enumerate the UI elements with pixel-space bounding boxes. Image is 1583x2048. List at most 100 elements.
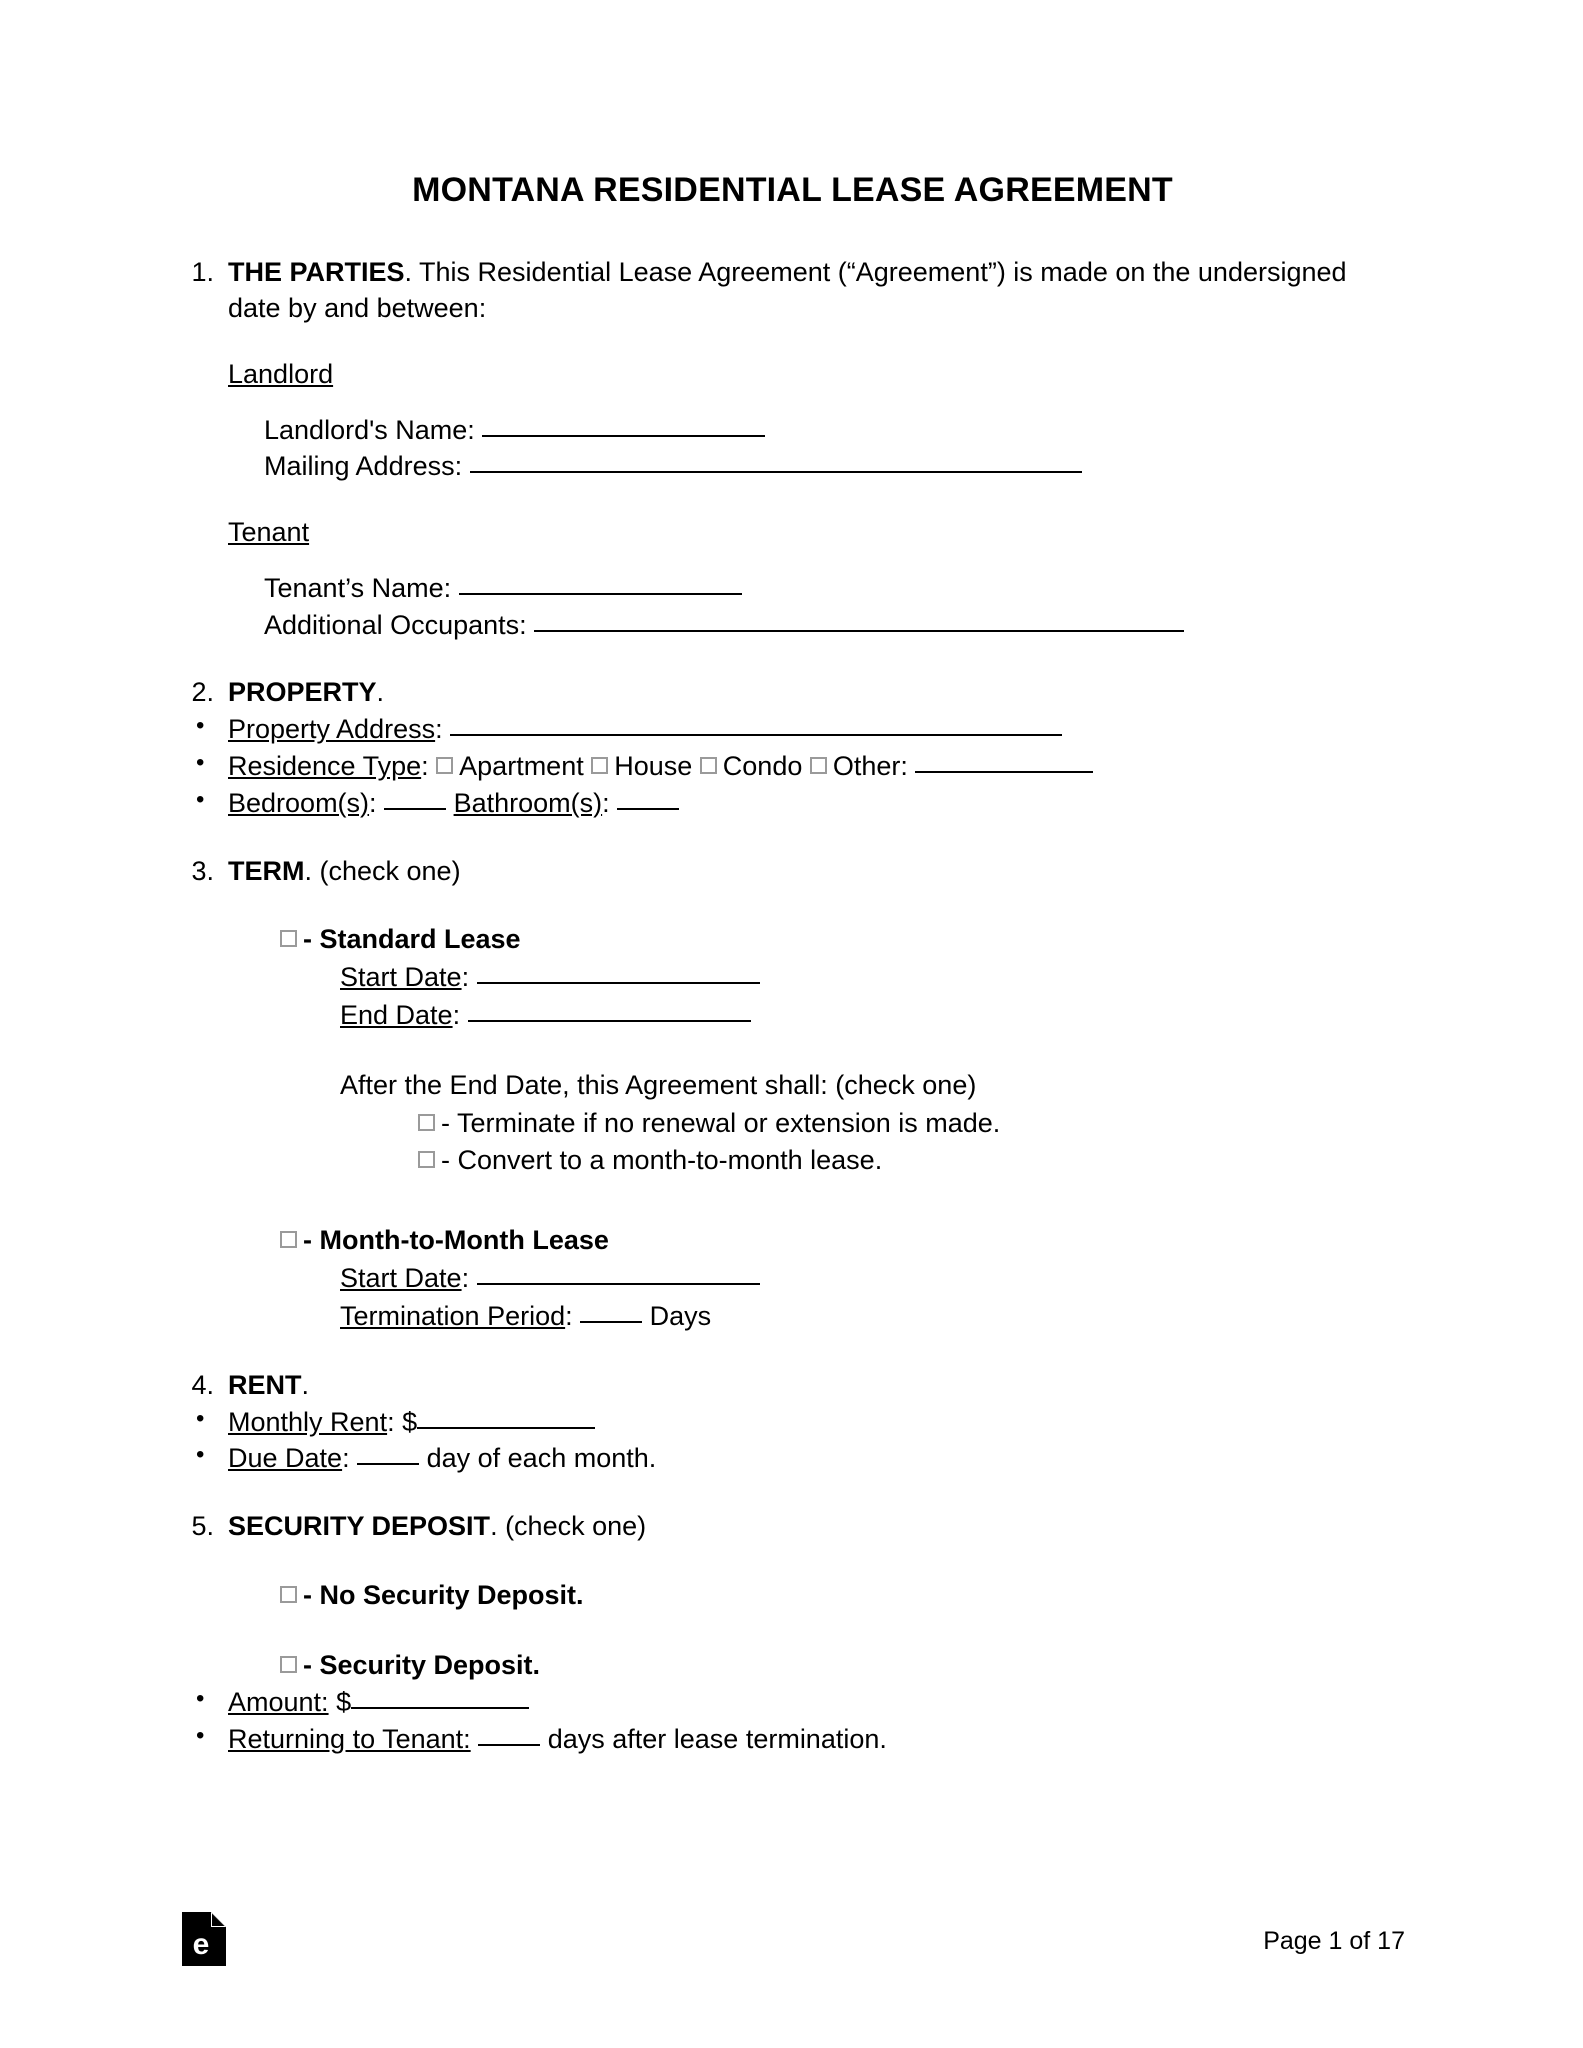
due-date-input[interactable] (357, 1463, 420, 1466)
property-address-input[interactable] (450, 734, 1063, 737)
landlord-name-label: Landlord's Name: (264, 414, 475, 445)
returning-days-input[interactable] (478, 1744, 541, 1747)
property-address-label: Property Address (228, 714, 436, 745)
tenant-fields: Tenant’s Name: Additional Occupants: (264, 570, 1405, 643)
security-deposit-bullet-list: Amount: $ Returning to Tenant: days afte… (180, 1683, 1405, 1758)
deposit-amount-label: Amount: (228, 1687, 329, 1718)
monthly-rent-input[interactable] (417, 1426, 596, 1429)
month-to-month-fields: Start Date: Termination Period: Days (340, 1260, 1405, 1336)
tenant-name-row: Tenant’s Name: (264, 570, 1405, 607)
no-security-deposit-option[interactable]: - No Security Deposit. (280, 1577, 1405, 1615)
checkbox-standard-lease[interactable] (280, 930, 297, 948)
svg-text:e: e (193, 1928, 210, 1961)
mailing-address-row: Mailing Address: (264, 448, 1405, 485)
end-date-label: End Date (340, 1000, 453, 1031)
clause-heading-4: RENT (228, 1369, 302, 1400)
returning-to-tenant-label: Returning to Tenant: (228, 1724, 471, 1755)
checkbox-condo[interactable] (699, 757, 717, 775)
document-content: MONTANA RESIDENTIAL LEASE AGREEMENT 1. T… (180, 170, 1405, 1758)
checkbox-security-deposit[interactable] (280, 1655, 297, 1673)
checkbox-convert[interactable] (418, 1151, 435, 1169)
clause-heading-1: THE PARTIES (228, 256, 405, 287)
bedrooms-input[interactable] (384, 807, 447, 810)
standard-lease-label: - Standard Lease (303, 924, 521, 955)
clause-number-1: 1. (191, 256, 214, 287)
landlord-heading: Landlord (228, 358, 334, 389)
after-option-terminate-label: - Terminate if no renewal or extension i… (441, 1107, 1001, 1138)
page-number: Page 1 of 17 (1263, 1927, 1405, 1955)
termination-period-days-word: Days (649, 1300, 712, 1331)
after-end-date-text: After the End Date, this Agreement shall… (340, 1069, 977, 1100)
mtm-start-date-input[interactable] (476, 1283, 760, 1286)
deposit-amount-currency: $ (336, 1687, 352, 1718)
security-deposit-label: - Security Deposit. (303, 1649, 541, 1680)
clause-body-3: TERM. (check one) (228, 854, 1405, 890)
no-security-deposit-label: - No Security Deposit. (303, 1579, 584, 1610)
rent-bullet-list: Monthly Rent: $ Due Date: day of each mo… (180, 1403, 1405, 1477)
mailing-address-label: Mailing Address: (264, 451, 463, 482)
mtm-start-date-label: Start Date (340, 1263, 462, 1294)
mailing-address-input[interactable] (469, 471, 1082, 474)
due-date-row: Due Date: day of each month. (180, 1439, 1405, 1477)
checkbox-terminate[interactable] (418, 1113, 435, 1131)
returning-suffix: days after lease termination. (547, 1724, 887, 1755)
deposit-amount-input[interactable] (351, 1707, 530, 1710)
tenant-name-input[interactable] (458, 593, 742, 596)
property-address-row: Property Address: (180, 710, 1405, 748)
bathrooms-label: Bathroom(s) (453, 787, 603, 818)
residence-type-row: Residence Type: Apartment House Condo Ot… (180, 747, 1405, 785)
bathrooms-input[interactable] (617, 807, 680, 810)
clause-heading-2: PROPERTY (228, 677, 377, 708)
end-date-row: End Date: (340, 997, 1405, 1035)
property-bullet-list: Property Address: Residence Type: Apartm… (180, 710, 1405, 822)
standard-lease-dates: Start Date: End Date: (340, 959, 1405, 1035)
page-footer: e Page 1 of 17 (180, 1906, 1405, 1966)
deposit-amount-row: Amount: $ (180, 1683, 1405, 1721)
document-page: MONTANA RESIDENTIAL LEASE AGREEMENT 1. T… (0, 0, 1583, 2048)
termination-period-input[interactable] (580, 1320, 643, 1323)
residence-other-input[interactable] (915, 771, 1094, 774)
checkbox-apartment[interactable] (436, 757, 454, 775)
clause-body-5: SECURITY DEPOSIT. (check one) (228, 1509, 1405, 1545)
clause-rent: 4. RENT. (180, 1368, 1405, 1404)
clause-body-4: RENT. (228, 1368, 1405, 1404)
after-option-convert-label: - Convert to a month-to-month lease. (441, 1145, 883, 1176)
clause-number-4: 4. (191, 1369, 214, 1400)
clause-text-3: . (check one) (304, 855, 461, 886)
standard-lease-option[interactable]: - Standard Lease (280, 921, 1405, 959)
checkbox-no-security-deposit[interactable] (280, 1585, 297, 1603)
eforms-logo-icon: e (182, 1912, 226, 1966)
clause-heading-3: TERM (228, 855, 305, 886)
clause-number-3: 3. (191, 855, 214, 886)
end-date-input[interactable] (467, 1020, 751, 1023)
mtm-start-date-row: Start Date: (340, 1260, 1405, 1298)
month-to-month-option[interactable]: - Month-to-Month Lease (280, 1222, 1405, 1260)
security-deposit-option[interactable]: - Security Deposit. (280, 1647, 1405, 1685)
landlord-name-row: Landlord's Name: (264, 412, 1405, 449)
monthly-rent-row: Monthly Rent: $ (180, 1403, 1405, 1441)
checkbox-other[interactable] (809, 757, 827, 775)
after-end-date-option-terminate[interactable]: - Terminate if no renewal or extension i… (418, 1105, 1405, 1143)
clause-body-1: THE PARTIES. This Residential Lease Agre… (228, 255, 1405, 327)
returning-to-tenant-row: Returning to Tenant: days after lease te… (180, 1720, 1405, 1758)
landlord-fields: Landlord's Name: Mailing Address: (264, 412, 1405, 485)
start-date-input[interactable] (476, 982, 760, 985)
bedrooms-bathrooms-row: Bedroom(s): Bathroom(s): (180, 784, 1405, 822)
clause-the-parties: 1. THE PARTIES. This Residential Lease A… (180, 255, 1405, 327)
clause-text-4: . (301, 1369, 310, 1400)
clause-text-2: . (376, 677, 385, 708)
clause-heading-5: SECURITY DEPOSIT (228, 1510, 491, 1541)
landlord-name-input[interactable] (482, 434, 766, 437)
clause-number-2: 2. (191, 677, 214, 708)
clause-text-5: . (check one) (490, 1510, 647, 1541)
residence-option-condo: Condo (722, 751, 803, 782)
checkbox-house[interactable] (591, 757, 609, 775)
start-date-row: Start Date: (340, 959, 1405, 997)
additional-occupants-input[interactable] (534, 629, 1185, 632)
residence-type-label: Residence Type (228, 751, 422, 782)
residence-option-apartment: Apartment (459, 751, 584, 782)
checkbox-month-to-month[interactable] (280, 1231, 297, 1249)
after-end-date-option-convert[interactable]: - Convert to a month-to-month lease. (418, 1142, 1405, 1180)
clause-body-2: PROPERTY. (228, 675, 1405, 711)
bedrooms-label: Bedroom(s) (228, 787, 370, 818)
